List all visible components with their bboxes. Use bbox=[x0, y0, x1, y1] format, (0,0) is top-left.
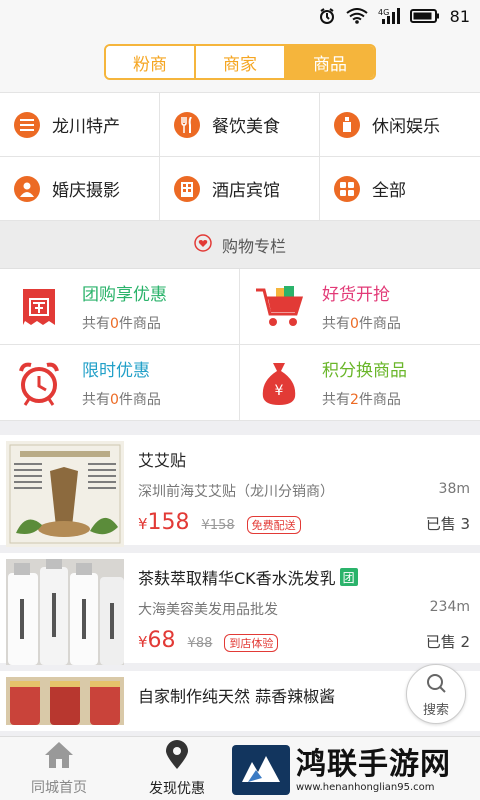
product-title: 茶麸萃取精华CK香水洗发乳团 bbox=[138, 565, 470, 589]
section-title: 购物专栏 bbox=[221, 236, 286, 256]
category-label: 餐饮美食 bbox=[212, 117, 280, 137]
promo-points-exchange[interactable]: ¥ 积分换商品 共有2件商品 bbox=[240, 345, 480, 421]
promo-title: 限时优惠 bbox=[82, 361, 150, 381]
watermark-logo bbox=[232, 745, 290, 795]
product-price-row: ¥68 ¥88 到店体验 已售 2 bbox=[138, 628, 470, 653]
category-hotel[interactable]: 酒店宾馆 bbox=[160, 157, 320, 221]
search-label: 搜索 bbox=[422, 702, 449, 718]
original-price: ¥158 bbox=[201, 518, 235, 533]
shop-name: 大海美容美发用品批发 bbox=[138, 601, 278, 618]
site-watermark: 鸿联手游网 www.henanhonglian95.com bbox=[232, 740, 480, 800]
in-store-tag: 到店体验 bbox=[224, 634, 279, 652]
distance: 234m bbox=[429, 598, 470, 615]
wine-glass-icon bbox=[334, 111, 360, 138]
search-icon bbox=[424, 671, 448, 699]
tab-label: 发现优惠 bbox=[149, 780, 205, 797]
original-price: ¥88 bbox=[187, 636, 213, 651]
delivery-tag: 免费配送 bbox=[246, 516, 301, 534]
sold-count: 已售 3 bbox=[425, 515, 470, 533]
search-button[interactable]: 搜索 bbox=[406, 664, 466, 724]
product-item[interactable]: 茶麸萃取精华CK香水洗发乳团 大海美容美发用品批发 234m ¥68 ¥88 到… bbox=[0, 553, 480, 671]
segment-fenshang[interactable]: 粉商 bbox=[106, 46, 196, 78]
wifi-icon bbox=[346, 8, 368, 24]
promo-title: 团购享优惠 bbox=[82, 285, 167, 305]
promo-hot-deals[interactable]: 好货开抢 共有0件商品 bbox=[240, 269, 480, 345]
category-leisure[interactable]: 休闲娱乐 bbox=[320, 93, 480, 157]
promo-grid: 团购享优惠 共有0件商品 好货开抢 共有0件商品 限时优惠 共有0件商品 ¥ 积… bbox=[0, 269, 480, 421]
sold-count: 已售 2 bbox=[425, 633, 470, 651]
product-image bbox=[6, 677, 124, 725]
home-icon bbox=[44, 741, 74, 773]
category-wedding-photo[interactable]: 婚庆摄影 bbox=[0, 157, 160, 221]
product-image bbox=[6, 559, 124, 665]
divider bbox=[0, 421, 480, 435]
svg-text:4G: 4G bbox=[378, 8, 389, 17]
person-icon bbox=[14, 175, 40, 202]
svg-text:¥: ¥ bbox=[275, 383, 284, 399]
watermark-url: www.henanhonglian95.com bbox=[296, 781, 435, 793]
battery-icon bbox=[409, 8, 440, 24]
product-item[interactable]: 艾艾贴 深圳前海艾艾贴（龙川分销商） 38m ¥158 ¥158 免费配送 已售… bbox=[0, 435, 480, 553]
promo-title: 积分换商品 bbox=[322, 361, 407, 381]
list-icon bbox=[14, 111, 40, 138]
segment-merchant[interactable]: 商家 bbox=[196, 46, 286, 78]
signal-icon: 4G bbox=[378, 7, 400, 25]
segmented-control: 粉商 商家 商品 bbox=[104, 44, 376, 80]
fork-knife-icon bbox=[174, 111, 200, 138]
tab-label: 同城首页 bbox=[31, 779, 87, 796]
promo-subtitle: 共有0件商品 bbox=[322, 316, 401, 332]
promo-group-buy[interactable]: 团购享优惠 共有0件商品 bbox=[0, 269, 240, 345]
tab-home[interactable]: 同城首页 bbox=[0, 737, 118, 800]
promo-subtitle: 共有0件商品 bbox=[82, 316, 161, 332]
price: ¥158 bbox=[138, 510, 190, 535]
product-shop-row: 深圳前海艾艾贴（龙川分销商） 38m bbox=[138, 481, 470, 501]
shop-name: 深圳前海艾艾贴（龙川分销商） bbox=[138, 483, 334, 500]
segment-bar: 粉商 商家 商品 bbox=[0, 32, 480, 92]
ticket-icon bbox=[14, 282, 64, 332]
heart-icon bbox=[194, 233, 212, 256]
price: ¥68 bbox=[138, 628, 176, 653]
shopping-cart-icon bbox=[254, 282, 304, 332]
location-pin-icon bbox=[164, 739, 190, 774]
category-food[interactable]: 餐饮美食 bbox=[160, 93, 320, 157]
product-price-row: ¥158 ¥158 免费配送 已售 3 bbox=[138, 510, 470, 535]
battery-level: 81 bbox=[449, 6, 470, 26]
category-label: 全部 bbox=[372, 181, 406, 201]
promo-title: 好货开抢 bbox=[322, 285, 390, 305]
category-grid: 龙川特产 餐饮美食 休闲娱乐 婚庆摄影 酒店宾馆 全部 bbox=[0, 92, 480, 221]
segment-product[interactable]: 商品 bbox=[286, 46, 374, 78]
category-label: 婚庆摄影 bbox=[52, 181, 120, 201]
status-bar: 4G 81 bbox=[0, 0, 480, 32]
product-shop-row: 大海美容美发用品批发 234m bbox=[138, 599, 470, 619]
promo-subtitle: 共有0件商品 bbox=[82, 392, 161, 408]
category-all[interactable]: 全部 bbox=[320, 157, 480, 221]
product-title: 艾艾贴 bbox=[138, 451, 187, 470]
group-buy-badge: 团 bbox=[339, 568, 358, 586]
grid-icon bbox=[334, 175, 360, 202]
watermark-title: 鸿联手游网 bbox=[296, 746, 451, 782]
money-bag-icon: ¥ bbox=[254, 358, 304, 408]
category-label: 酒店宾馆 bbox=[212, 181, 280, 201]
promo-limited-time[interactable]: 限时优惠 共有0件商品 bbox=[0, 345, 240, 421]
alarm-clock-icon bbox=[14, 358, 64, 408]
category-local-specialty[interactable]: 龙川特产 bbox=[0, 93, 160, 157]
product-body: 艾艾贴 深圳前海艾艾贴（龙川分销商） 38m ¥158 ¥158 免费配送 已售… bbox=[138, 441, 470, 539]
promo-subtitle: 共有2件商品 bbox=[322, 392, 401, 408]
product-image bbox=[6, 441, 124, 547]
category-label: 休闲娱乐 bbox=[372, 117, 440, 137]
tab-discover[interactable]: 发现优惠 bbox=[118, 737, 236, 800]
category-label: 龙川特产 bbox=[52, 117, 120, 137]
distance: 38m bbox=[438, 480, 470, 497]
hotel-icon bbox=[174, 175, 200, 202]
product-body: 茶麸萃取精华CK香水洗发乳团 大海美容美发用品批发 234m ¥68 ¥88 到… bbox=[138, 559, 470, 657]
alarm-icon bbox=[318, 7, 336, 25]
shopping-section-header: 购物专栏 bbox=[0, 221, 480, 269]
